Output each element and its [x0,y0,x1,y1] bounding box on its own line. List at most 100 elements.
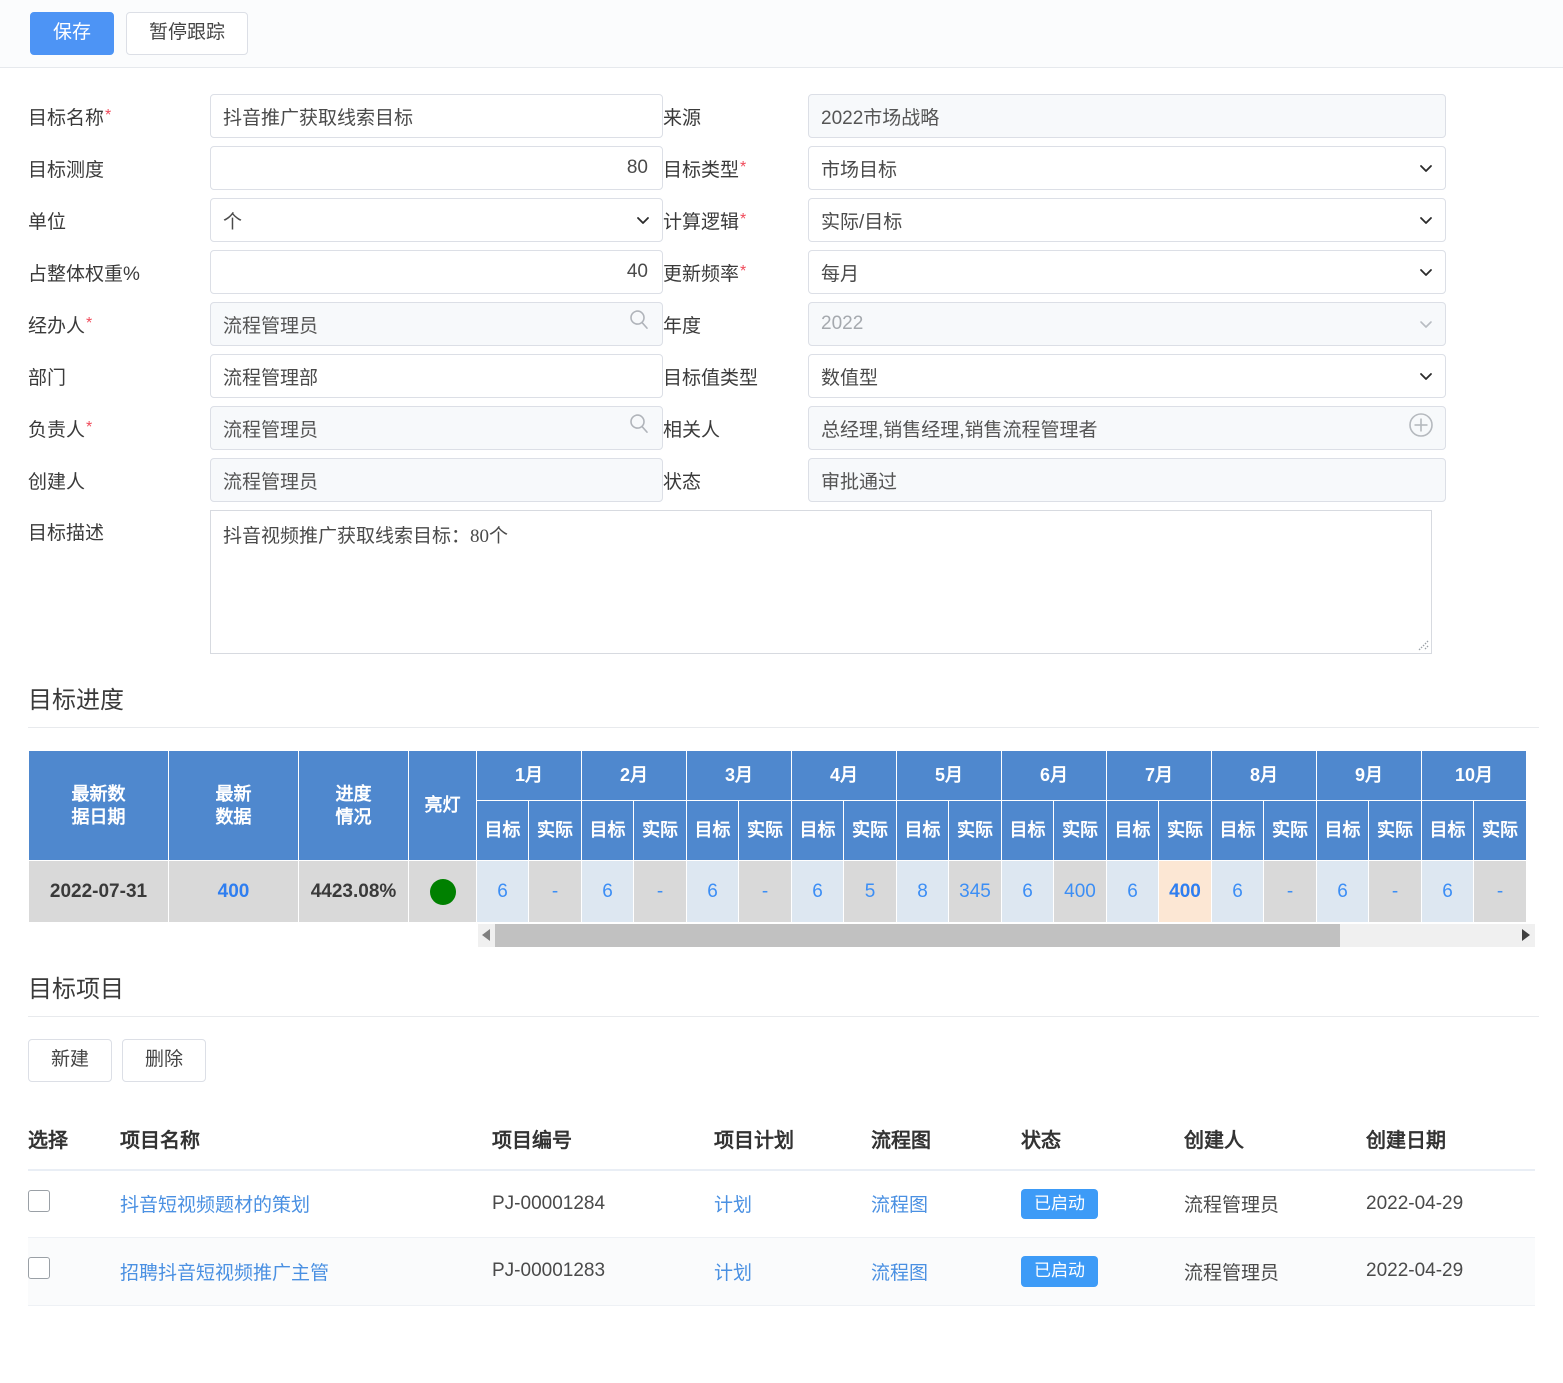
month-6-target-cell[interactable]: 6 [1001,860,1054,923]
delete-project-button[interactable]: 删除 [122,1039,207,1082]
month-5-actual-cell[interactable]: 345 [948,860,1002,923]
chevron-down-icon [1419,265,1433,279]
month-7-target-cell[interactable]: 6 [1106,860,1159,923]
project-name-link[interactable]: 招聘抖音短视频推广主管 [120,1263,329,1284]
progress-table-row: 2022-07-31 400 4423.08% 6-6-6-6 5 8 345 6 400 6 40… [28,860,1527,923]
month-header-5: 5月 [896,750,1002,801]
month-9-actual-header: 实际 [1368,800,1422,861]
field-right-1-input[interactable]: 市场目标 [808,146,1446,190]
label-right-7: 状态 [663,471,702,493]
row-0-created-cell: 2022-04-29 [1366,1169,1535,1239]
row-checkbox[interactable] [28,1257,50,1280]
field-left-2-value: 个 [223,211,243,233]
progress-section: 目标进度 [0,680,1563,728]
goal-form: 目标名称 * 抖音推广获取线索目标 来源 2022市场战略 目标测度 80 目标类型 * 市场目标… [0,68,1563,654]
field-left-0-input[interactable]: 抖音推广获取线索目标 [210,94,663,138]
field-right-5-wrapper: 数值型 [808,350,1446,402]
month-4-actual-cell[interactable]: 5 [843,860,897,923]
month-3-target-cell[interactable]: 6 [686,860,739,923]
label-left-6: 负责人 * [28,419,93,441]
save-button[interactable]: 保存 [30,12,115,55]
month-1-actual-cell[interactable]: - [528,860,582,923]
chevron-down-icon [1419,161,1433,175]
search-icon[interactable] [628,413,650,441]
month-10-actual-header: 实际 [1473,800,1527,861]
progress-table-shell: 最新数 据日期 最新 数据 进度 情况 亮灯 1月 2月 3月 4月 5月 6月 7月 8月 9月 10月 目标… [28,750,1535,947]
field-right-3-input[interactable]: 每月 [808,250,1446,294]
new-project-button[interactable]: 新建 [28,1039,113,1082]
field-right-1-wrapper: 市场目标 [808,142,1446,194]
field-left-5-input[interactable]: 流程管理部 [210,354,663,398]
row-1-flow-cell: 流程图 [871,1237,1021,1306]
month-10-actual-cell[interactable]: - [1473,860,1527,923]
flow-chart-link[interactable]: 流程图 [871,1195,928,1216]
field-left-2-wrapper: 个 [210,194,663,246]
field-right-7-input[interactable]: 审批通过 [808,458,1446,502]
field-left-2-input[interactable]: 个 [210,198,663,242]
month-5-target-header: 目标 [896,800,949,861]
month-2-actual-cell[interactable]: - [633,860,687,923]
flow-chart-link[interactable]: 流程图 [871,1263,928,1284]
scroll-left-arrow-icon[interactable] [478,923,495,947]
month-1-target-cell[interactable]: 6 [476,860,529,923]
field-right-0-input[interactable]: 2022市场战略 [808,94,1446,138]
project-col-1: 项目名称 [120,1109,492,1171]
project-section: 目标项目 新建 删除 [0,969,1563,1082]
required-marker: * [740,211,747,228]
month-8-actual-header: 实际 [1263,800,1317,861]
field-left-4-input[interactable]: 流程管理员 [210,302,663,346]
month-header-9: 9月 [1316,750,1422,801]
pause-tracking-button[interactable]: 暂停跟踪 [126,12,249,55]
month-4-target-cell[interactable]: 6 [791,860,844,923]
project-col-5: 状态 [1021,1109,1184,1171]
project-plan-link[interactable]: 计划 [714,1195,752,1216]
field-right-2-input[interactable]: 实际/目标 [808,198,1446,242]
month-7-actual-cell[interactable]: 400 [1158,860,1212,923]
month-header-8: 8月 [1211,750,1317,801]
month-3-actual-cell[interactable]: - [738,860,792,923]
field-left-3-input[interactable]: 40 [210,250,663,294]
field-right-4-input[interactable]: 2022 [808,302,1446,346]
description-textarea[interactable]: 抖音视频推广获取线索目标：80个 [210,510,1432,654]
label-right-5: 目标值类型 [663,367,759,389]
status-badge: 已启动 [1021,1256,1098,1287]
field-left-6-input[interactable]: 流程管理员 [210,406,663,450]
field-left-0-wrapper: 抖音推广获取线索目标 [210,90,663,142]
month-4-actual-header: 实际 [843,800,897,861]
scrollbar-thumb[interactable] [495,923,1340,947]
month-6-actual-cell[interactable]: 400 [1053,860,1107,923]
month-6-actual-header: 实际 [1053,800,1107,861]
field-left-4-value: 流程管理员 [223,315,319,337]
add-person-icon[interactable] [1407,411,1435,445]
form-grid: 目标名称 * 抖音推广获取线索目标 来源 2022市场战略 目标测度 80 目标类型 * 市场目标… [0,90,1563,654]
month-9-target-cell[interactable]: 6 [1316,860,1369,923]
month-2-target-cell[interactable]: 6 [581,860,634,923]
field-right-6-input[interactable]: 总经理,销售经理,销售流程管理者 [808,406,1446,450]
label-right-6: 相关人 [663,419,721,441]
month-10-target-cell[interactable]: 6 [1421,860,1474,923]
month-8-actual-cell[interactable]: - [1263,860,1317,923]
month-header-6: 6月 [1001,750,1107,801]
project-name-link[interactable]: 抖音短视频题材的策划 [120,1195,310,1216]
search-icon[interactable] [628,309,650,337]
month-10-target-header: 目标 [1421,800,1474,861]
field-right-7-value: 审批通过 [821,471,898,493]
field-right-5-input[interactable]: 数值型 [808,354,1446,398]
month-8-target-cell[interactable]: 6 [1211,860,1264,923]
project-plan-link[interactable]: 计划 [714,1263,752,1284]
row-1-status-cell: 已启动 [1021,1237,1184,1306]
scroll-right-arrow-icon[interactable] [1518,923,1535,947]
row-checkbox[interactable] [28,1189,50,1212]
row-1-select-cell [28,1237,120,1306]
scrollbar-track[interactable] [495,923,1518,947]
resize-handle-icon[interactable] [1413,635,1429,651]
latest-value-cell[interactable]: 400 [168,860,299,923]
field-right-3-value: 每月 [821,263,860,285]
row-1-created-cell: 2022-04-29 [1366,1237,1535,1306]
progress-horizontal-scrollbar[interactable] [478,923,1535,947]
month-9-actual-cell[interactable]: - [1368,860,1422,923]
month-5-target-cell[interactable]: 8 [896,860,949,923]
required-marker: * [740,263,747,280]
field-left-7-input[interactable]: 流程管理员 [210,458,663,502]
field-left-1-input[interactable]: 80 [210,146,663,190]
